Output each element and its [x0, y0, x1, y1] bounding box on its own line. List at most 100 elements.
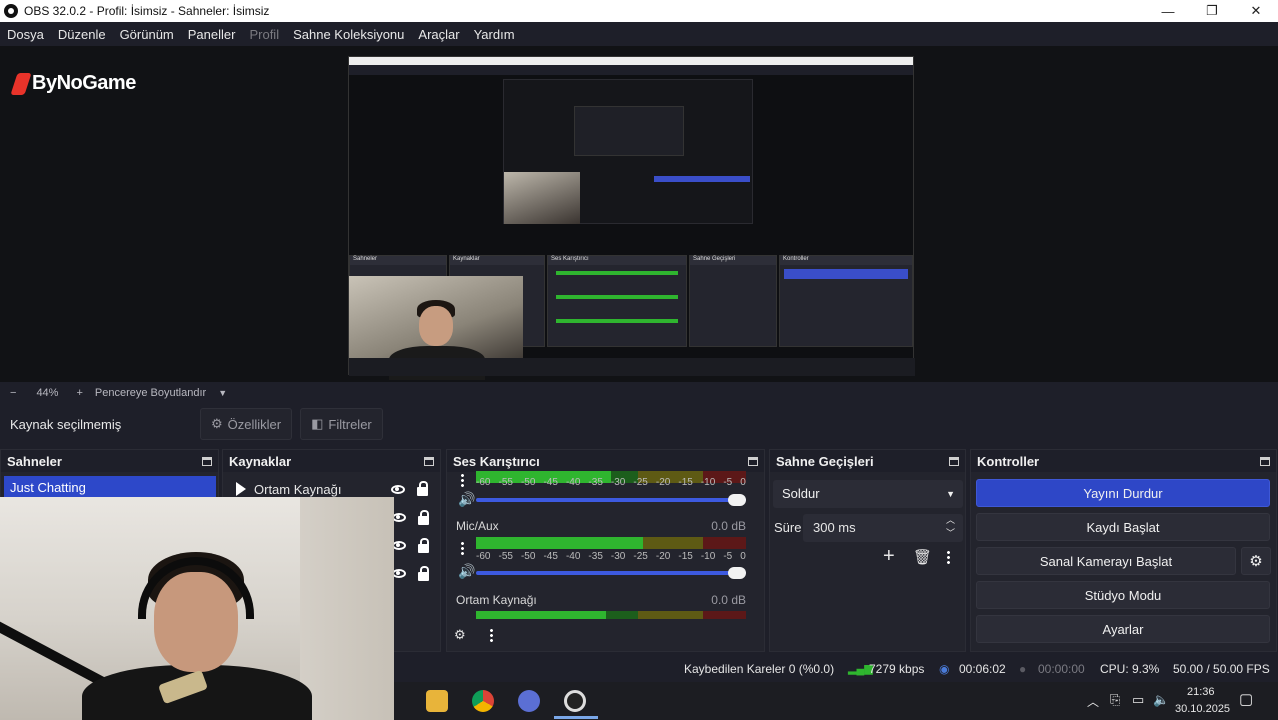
- lock-icon[interactable]: [418, 510, 429, 525]
- network-icon[interactable]: ⎘: [1110, 692, 1120, 708]
- float-dock-icon[interactable]: [202, 456, 212, 466]
- meter-tick-label: -55: [498, 477, 513, 488]
- app-icon[interactable]: [518, 690, 540, 712]
- zoom-bar: − 44% + Pencereye Boyutlandır ▼: [0, 382, 1278, 404]
- meter-tick-label: -45: [543, 477, 558, 488]
- menu-scene-collection[interactable]: Sahne Koleksiyonu: [286, 27, 411, 42]
- stop-stream-button[interactable]: Yayını Durdur: [976, 479, 1270, 507]
- float-dock-icon[interactable]: [949, 456, 959, 466]
- kebab-menu-icon[interactable]: [461, 473, 464, 487]
- close-button[interactable]: ✕: [1234, 0, 1278, 22]
- eye-icon[interactable]: [392, 569, 406, 578]
- zoom-in-button[interactable]: +: [76, 387, 82, 399]
- properties-button[interactable]: ⚙ Özellikler: [200, 408, 293, 440]
- meter-ticks: -60 -55 -50 -45 -40 -35 -30 -25 -20 -15 -10 -5 0: [476, 477, 746, 488]
- meter-tick-label: -20: [655, 551, 671, 562]
- float-dock-icon[interactable]: [424, 456, 434, 466]
- menu-view[interactable]: Görünüm: [113, 27, 181, 42]
- menu-bar: Dosya Düzenle Görünüm Paneller Profil Sa…: [0, 22, 1278, 46]
- transition-selected: Soldur: [782, 486, 820, 501]
- record-icon: ●: [1019, 662, 1027, 676]
- mixer-settings-icon[interactable]: ⚙: [454, 627, 466, 643]
- add-transition-icon[interactable]: +: [883, 545, 895, 568]
- eye-icon[interactable]: [392, 513, 406, 522]
- speaker-icon[interactable]: 🔊: [458, 563, 475, 580]
- meter-tick-label: -10: [700, 477, 716, 488]
- start-virtualcam-button[interactable]: Sanal Kamerayı Başlat: [976, 547, 1236, 575]
- start-record-button[interactable]: Kaydı Başlat: [976, 513, 1270, 541]
- meter-tick-label: -30: [610, 551, 626, 562]
- menu-profile[interactable]: Profil: [242, 27, 286, 42]
- volume-slider[interactable]: [476, 494, 746, 506]
- lock-icon[interactable]: [417, 480, 428, 496]
- studio-mode-button[interactable]: Stüdyo Modu: [976, 581, 1270, 609]
- meter-tick-label: -35: [588, 477, 603, 488]
- scene-item[interactable]: Just Chatting: [4, 476, 216, 498]
- meter-tick-label: -10: [700, 551, 716, 562]
- chrome-icon[interactable]: [472, 690, 494, 712]
- float-dock-icon[interactable]: [1260, 456, 1270, 466]
- lock-icon[interactable]: [418, 538, 429, 553]
- transitions-title: Sahne Geçişleri: [776, 453, 874, 469]
- kebab-menu-icon[interactable]: [461, 541, 464, 555]
- record-time: 00:00:00: [1038, 662, 1085, 676]
- meter-tick-label: 0: [740, 477, 746, 488]
- mixer-menu-icon[interactable]: [490, 628, 493, 642]
- active-indicator: [554, 716, 598, 719]
- meter-tick-label: -25: [633, 551, 648, 562]
- duration-input[interactable]: 300 ms ︿ ﹀: [803, 514, 963, 542]
- dropped-frames: Kaybedilen Kareler 0 (%0.0): [684, 662, 835, 676]
- menu-help[interactable]: Yardım: [467, 27, 522, 42]
- chevron-down-icon: ▼: [946, 489, 955, 499]
- notifications-icon[interactable]: ▢: [1239, 690, 1253, 708]
- display-icon[interactable]: ▭: [1132, 692, 1144, 708]
- stream-time: 00:06:02: [959, 662, 1006, 676]
- meter-tick-label: -30: [610, 477, 626, 488]
- lock-icon[interactable]: [418, 566, 429, 581]
- meter-tick-label: -15: [678, 551, 693, 562]
- chevron-up-icon[interactable]: ︿: [1087, 693, 1099, 710]
- zoom-mode[interactable]: Pencereye Boyutlandır: [95, 387, 206, 399]
- filters-label: Filtreler: [328, 416, 372, 432]
- file-explorer-icon[interactable]: [426, 690, 448, 712]
- restore-button[interactable]: ❐: [1190, 0, 1234, 22]
- brand-mark-icon: [10, 72, 32, 95]
- level-meter: [476, 537, 746, 549]
- clock-time[interactable]: 21:36: [1187, 686, 1215, 698]
- duration-value: 300 ms: [813, 520, 856, 535]
- eye-icon[interactable]: [391, 484, 405, 494]
- trash-icon[interactable]: 🗑: [913, 548, 932, 566]
- menu-edit[interactable]: Düzenle: [51, 27, 113, 42]
- zoom-dropdown-icon[interactable]: ▼: [218, 388, 227, 398]
- volume-slider[interactable]: [476, 567, 746, 579]
- eye-icon[interactable]: [392, 541, 406, 550]
- meter-tick-label: 0: [740, 551, 746, 562]
- speaker-icon[interactable]: 🔊: [458, 491, 475, 508]
- virtualcam-settings-icon[interactable]: ⚙: [1241, 547, 1271, 575]
- filters-button[interactable]: ◧ Filtreler: [300, 408, 383, 440]
- meter-tick-label: -5: [723, 551, 733, 562]
- transition-menu-icon[interactable]: [947, 550, 950, 564]
- obs-taskbar-icon[interactable]: [564, 690, 586, 712]
- menu-docks[interactable]: Paneller: [181, 27, 243, 42]
- menu-file[interactable]: Dosya: [0, 27, 51, 42]
- spin-arrows-icon[interactable]: ︿ ﹀: [946, 514, 955, 540]
- settings-button[interactable]: Ayarlar: [976, 615, 1270, 643]
- float-dock-icon[interactable]: [748, 456, 758, 466]
- clock-date[interactable]: 30.10.2025: [1175, 703, 1230, 715]
- meter-tick-label: -45: [543, 551, 558, 562]
- mixer-channel-mic: Mic/Aux 0.0 dB -60 -55 -50 -45 -40 -35 -30 -25-…: [450, 519, 756, 587]
- minimize-button[interactable]: —: [1146, 0, 1190, 22]
- channel-name: Mic/Aux: [456, 519, 499, 533]
- mixer-channel-partial: -60 -55 -50 -45 -40 -35 -30 -25 -20 -15 -10 -5 0 🔊: [450, 471, 756, 511]
- scenes-title: Sahneler: [7, 453, 62, 469]
- meter-tick-label: -50: [520, 477, 536, 488]
- zoom-out-button[interactable]: −: [10, 387, 16, 399]
- filter-icon: ◧: [311, 416, 324, 431]
- nested-inner-capture: [503, 79, 753, 224]
- controls-title: Kontroller: [977, 453, 1040, 469]
- title-bar: OBS 32.0.2 - Profil: İsimsiz - Sahneler:…: [0, 0, 1278, 22]
- menu-tools[interactable]: Araçlar: [411, 27, 466, 42]
- transition-select[interactable]: Soldur ▼: [773, 480, 963, 508]
- volume-icon[interactable]: 🔈: [1153, 692, 1169, 708]
